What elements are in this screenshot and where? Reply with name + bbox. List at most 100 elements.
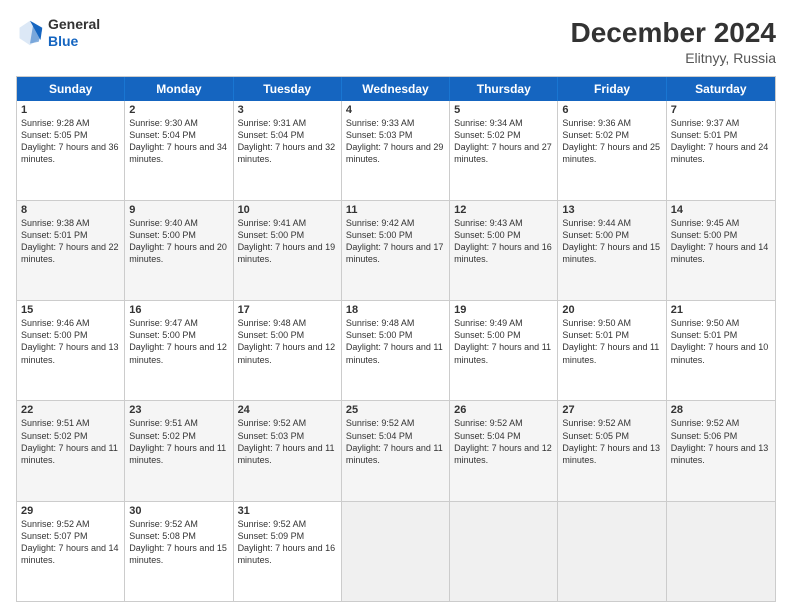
day-info: Sunrise: 9:52 AMSunset: 5:09 PMDaylight:… [238,518,337,567]
day-cell-12: 12Sunrise: 9:43 AMSunset: 5:00 PMDayligh… [450,201,558,300]
day-info: Sunrise: 9:48 AMSunset: 5:00 PMDaylight:… [346,317,445,366]
day-info: Sunrise: 9:51 AMSunset: 5:02 PMDaylight:… [21,417,120,466]
day-info: Sunrise: 9:46 AMSunset: 5:00 PMDaylight:… [21,317,120,366]
day-info: Sunrise: 9:52 AMSunset: 5:03 PMDaylight:… [238,417,337,466]
day-number: 16 [129,304,228,316]
day-number: 7 [671,104,771,116]
day-number: 24 [238,404,337,416]
logo-blue: Blue [48,33,78,49]
empty-cell [450,502,558,601]
day-cell-9: 9Sunrise: 9:40 AMSunset: 5:00 PMDaylight… [125,201,233,300]
title-block: December 2024 Elitnyy, Russia [571,16,776,66]
empty-cell [342,502,450,601]
day-number: 10 [238,204,337,216]
day-cell-8: 8Sunrise: 9:38 AMSunset: 5:01 PMDaylight… [17,201,125,300]
day-cell-19: 19Sunrise: 9:49 AMSunset: 5:00 PMDayligh… [450,301,558,400]
weekday-header-saturday: Saturday [667,77,775,101]
day-number: 12 [454,204,553,216]
calendar-row-4: 22Sunrise: 9:51 AMSunset: 5:02 PMDayligh… [17,400,775,500]
day-info: Sunrise: 9:50 AMSunset: 5:01 PMDaylight:… [562,317,661,366]
day-info: Sunrise: 9:45 AMSunset: 5:00 PMDaylight:… [671,217,771,266]
day-number: 8 [21,204,120,216]
day-number: 1 [21,104,120,116]
day-cell-26: 26Sunrise: 9:52 AMSunset: 5:04 PMDayligh… [450,401,558,500]
day-cell-27: 27Sunrise: 9:52 AMSunset: 5:05 PMDayligh… [558,401,666,500]
calendar-row-2: 8Sunrise: 9:38 AMSunset: 5:01 PMDaylight… [17,200,775,300]
day-number: 25 [346,404,445,416]
day-cell-17: 17Sunrise: 9:48 AMSunset: 5:00 PMDayligh… [234,301,342,400]
page: General Blue December 2024 Elitnyy, Russ… [0,0,792,612]
day-cell-18: 18Sunrise: 9:48 AMSunset: 5:00 PMDayligh… [342,301,450,400]
day-number: 22 [21,404,120,416]
day-info: Sunrise: 9:28 AMSunset: 5:05 PMDaylight:… [21,117,120,166]
day-info: Sunrise: 9:47 AMSunset: 5:00 PMDaylight:… [129,317,228,366]
day-info: Sunrise: 9:42 AMSunset: 5:00 PMDaylight:… [346,217,445,266]
day-cell-7: 7Sunrise: 9:37 AMSunset: 5:01 PMDaylight… [667,101,775,200]
day-number: 18 [346,304,445,316]
day-info: Sunrise: 9:50 AMSunset: 5:01 PMDaylight:… [671,317,771,366]
day-number: 29 [21,505,120,517]
calendar-row-5: 29Sunrise: 9:52 AMSunset: 5:07 PMDayligh… [17,501,775,601]
day-info: Sunrise: 9:37 AMSunset: 5:01 PMDaylight:… [671,117,771,166]
month-title: December 2024 [571,16,776,50]
day-cell-25: 25Sunrise: 9:52 AMSunset: 5:04 PMDayligh… [342,401,450,500]
empty-cell [667,502,775,601]
day-info: Sunrise: 9:52 AMSunset: 5:08 PMDaylight:… [129,518,228,567]
day-number: 4 [346,104,445,116]
day-info: Sunrise: 9:41 AMSunset: 5:00 PMDaylight:… [238,217,337,266]
calendar: SundayMondayTuesdayWednesdayThursdayFrid… [16,76,776,602]
day-number: 14 [671,204,771,216]
day-number: 21 [671,304,771,316]
day-cell-13: 13Sunrise: 9:44 AMSunset: 5:00 PMDayligh… [558,201,666,300]
day-cell-21: 21Sunrise: 9:50 AMSunset: 5:01 PMDayligh… [667,301,775,400]
day-cell-20: 20Sunrise: 9:50 AMSunset: 5:01 PMDayligh… [558,301,666,400]
day-number: 26 [454,404,553,416]
location: Elitnyy, Russia [571,50,776,66]
day-info: Sunrise: 9:52 AMSunset: 5:05 PMDaylight:… [562,417,661,466]
day-number: 19 [454,304,553,316]
day-info: Sunrise: 9:33 AMSunset: 5:03 PMDaylight:… [346,117,445,166]
day-cell-1: 1Sunrise: 9:28 AMSunset: 5:05 PMDaylight… [17,101,125,200]
day-info: Sunrise: 9:52 AMSunset: 5:07 PMDaylight:… [21,518,120,567]
empty-cell [558,502,666,601]
day-cell-4: 4Sunrise: 9:33 AMSunset: 5:03 PMDaylight… [342,101,450,200]
day-cell-24: 24Sunrise: 9:52 AMSunset: 5:03 PMDayligh… [234,401,342,500]
day-info: Sunrise: 9:40 AMSunset: 5:00 PMDaylight:… [129,217,228,266]
day-cell-22: 22Sunrise: 9:51 AMSunset: 5:02 PMDayligh… [17,401,125,500]
day-number: 17 [238,304,337,316]
day-cell-14: 14Sunrise: 9:45 AMSunset: 5:00 PMDayligh… [667,201,775,300]
day-info: Sunrise: 9:36 AMSunset: 5:02 PMDaylight:… [562,117,661,166]
day-cell-23: 23Sunrise: 9:51 AMSunset: 5:02 PMDayligh… [125,401,233,500]
calendar-header: SundayMondayTuesdayWednesdayThursdayFrid… [17,77,775,101]
day-info: Sunrise: 9:48 AMSunset: 5:00 PMDaylight:… [238,317,337,366]
day-number: 13 [562,204,661,216]
day-info: Sunrise: 9:52 AMSunset: 5:04 PMDaylight:… [346,417,445,466]
calendar-row-3: 15Sunrise: 9:46 AMSunset: 5:00 PMDayligh… [17,300,775,400]
day-number: 9 [129,204,228,216]
day-cell-29: 29Sunrise: 9:52 AMSunset: 5:07 PMDayligh… [17,502,125,601]
day-info: Sunrise: 9:38 AMSunset: 5:01 PMDaylight:… [21,217,120,266]
day-info: Sunrise: 9:31 AMSunset: 5:04 PMDaylight:… [238,117,337,166]
weekday-header-tuesday: Tuesday [234,77,342,101]
day-cell-3: 3Sunrise: 9:31 AMSunset: 5:04 PMDaylight… [234,101,342,200]
day-cell-15: 15Sunrise: 9:46 AMSunset: 5:00 PMDayligh… [17,301,125,400]
day-number: 5 [454,104,553,116]
day-cell-10: 10Sunrise: 9:41 AMSunset: 5:00 PMDayligh… [234,201,342,300]
logo-text: General Blue [48,16,100,50]
day-info: Sunrise: 9:52 AMSunset: 5:06 PMDaylight:… [671,417,771,466]
day-info: Sunrise: 9:30 AMSunset: 5:04 PMDaylight:… [129,117,228,166]
day-cell-31: 31Sunrise: 9:52 AMSunset: 5:09 PMDayligh… [234,502,342,601]
day-cell-16: 16Sunrise: 9:47 AMSunset: 5:00 PMDayligh… [125,301,233,400]
logo: General Blue [16,16,100,50]
weekday-header-sunday: Sunday [17,77,125,101]
day-info: Sunrise: 9:43 AMSunset: 5:00 PMDaylight:… [454,217,553,266]
weekday-header-monday: Monday [125,77,233,101]
day-cell-5: 5Sunrise: 9:34 AMSunset: 5:02 PMDaylight… [450,101,558,200]
calendar-body: 1Sunrise: 9:28 AMSunset: 5:05 PMDaylight… [17,101,775,601]
logo-icon [16,19,44,47]
day-number: 2 [129,104,228,116]
day-number: 15 [21,304,120,316]
day-number: 3 [238,104,337,116]
header: General Blue December 2024 Elitnyy, Russ… [16,16,776,66]
day-cell-11: 11Sunrise: 9:42 AMSunset: 5:00 PMDayligh… [342,201,450,300]
